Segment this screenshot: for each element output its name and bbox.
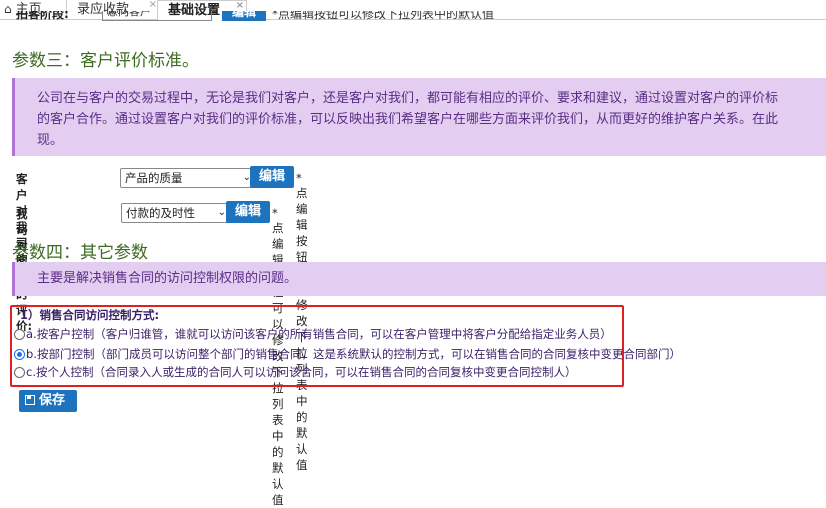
field-label: 拍客阶段: [16,11,69,21]
customer-rating-select[interactable]: 产品的质量 ⌄ [120,168,256,188]
section4-description: 主要是解决销售合同的访问控制权限的问题。 [12,262,826,296]
edit-button[interactable]: 编辑 [222,11,266,21]
section3-description: 公司在与客户的交易过程中，无论是我们对客户，还是客户对我们，都可能有相应的评价、… [12,78,826,156]
section4-heading: 参数四：其它参数 [12,243,148,263]
radio-button[interactable] [14,349,25,360]
hint-text: *点编辑按钮可以修改下拉列表中的默认值 [272,11,495,21]
edit-button[interactable]: 编辑 [250,166,294,188]
cutoff-row: 拍客阶段: 意向客户 编辑 *点编辑按钮可以修改下拉列表中的默认值 [12,11,512,21]
option-by-customer[interactable]: a.按客户控制（客户归谁管，谁就可以访问该客户的所有销售合同，可以在客户管理中将… [14,326,612,342]
save-button[interactable]: 保存 [19,390,77,412]
option-by-person[interactable]: c.按个人控制（合同录入人或生成的合同人可以访问该合同，可以在销售合同的合同复核… [14,364,576,380]
option-group-title: 1）销售合同访问控制方式: [20,308,160,322]
section3-heading: 参数三：客户评价标准。 [12,51,199,71]
radio-button[interactable] [14,367,25,378]
company-rating-select[interactable]: 付款的及时性 ⌄ [121,203,231,223]
home-icon: ⌂ [4,2,12,16]
stage-select[interactable]: 意向客户 [102,11,212,21]
edit-button[interactable]: 编辑 [226,201,270,223]
save-icon [25,395,35,405]
chevron-down-icon: ⌄ [217,207,226,218]
option-by-department[interactable]: b.按部门控制（部门成员可以访问整个部门的销售合同，这是系统默认的控制方式，可以… [14,346,681,362]
radio-button[interactable] [14,329,25,340]
